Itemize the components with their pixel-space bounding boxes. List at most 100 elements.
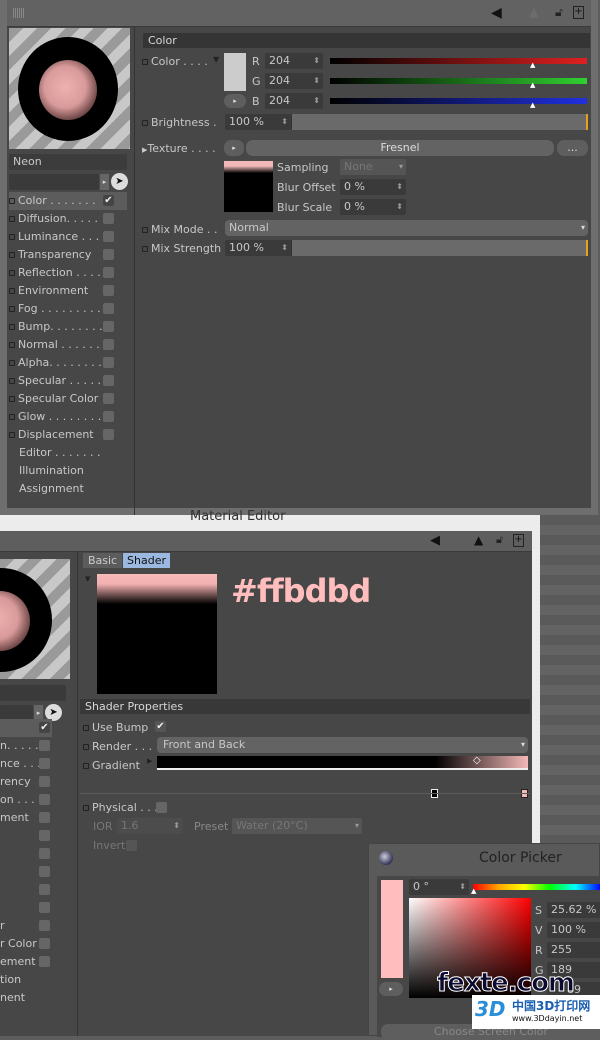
channel-checkbox[interactable]: [103, 231, 114, 242]
gradient-bar[interactable]: ◇: [157, 755, 528, 770]
channel-checkbox[interactable]: [39, 740, 50, 751]
channel-checkbox[interactable]: [39, 902, 50, 913]
physical-checkbox[interactable]: [156, 802, 167, 813]
lock-icon[interactable]: 🔓︎: [496, 533, 503, 547]
channel-checkbox[interactable]: [103, 321, 114, 332]
up-arrow-icon[interactable]: ▲: [474, 533, 483, 547]
gradient-midpoint-knot[interactable]: ◇: [473, 755, 481, 766]
channel-item[interactable]: Editor . . . . . . .: [9, 444, 127, 462]
color-mode-button[interactable]: ▸: [224, 94, 246, 108]
gradient-expand-icon[interactable]: ▶: [147, 757, 152, 765]
channel-checkbox[interactable]: [103, 249, 114, 260]
channel-item[interactable]: Specular Color: [9, 390, 127, 408]
material-name-field[interactable]: Neon: [9, 154, 127, 170]
channel-checkbox[interactable]: [103, 429, 114, 440]
channel-item[interactable]: ement: [0, 953, 52, 971]
swatch-menu-button[interactable]: ▸: [379, 982, 403, 996]
texture-preview[interactable]: [224, 161, 273, 212]
mix-mode-dropdown[interactable]: Normal ▾: [225, 220, 588, 236]
tab-basic[interactable]: Basic: [83, 553, 122, 568]
use-bump-checkbox[interactable]: ✔: [155, 721, 166, 732]
collapse-icon[interactable]: ▼: [85, 575, 90, 583]
blur-offset-field[interactable]: 0 % ⬍: [340, 179, 406, 195]
channel-item[interactable]: Color . . . . . . . ✔: [9, 192, 127, 210]
channel-checkbox[interactable]: [39, 812, 50, 823]
channel-checkbox[interactable]: [103, 285, 114, 296]
channel-item[interactable]: Environment: [9, 282, 127, 300]
r-field[interactable]: 204 ⬍: [265, 53, 323, 69]
channel-item[interactable]: ment: [0, 809, 52, 827]
color-expand-icon[interactable]: ▼: [213, 55, 219, 64]
material-preview[interactable]: [9, 28, 130, 149]
mix-strength-slider[interactable]: [291, 240, 588, 256]
mix-strength-field[interactable]: 100 % ⬍: [225, 240, 291, 256]
channel-checkbox[interactable]: [103, 213, 114, 224]
new-window-icon[interactable]: +: [573, 6, 584, 19]
brightness-slider[interactable]: [291, 114, 588, 130]
b-field[interactable]: 204 ⬍: [265, 93, 323, 109]
back-arrow-icon[interactable]: ◀: [430, 533, 440, 548]
channel-checkbox[interactable]: ✔: [103, 195, 114, 206]
channel-item[interactable]: Reflection . . . .: [9, 264, 127, 282]
grip-icon[interactable]: [13, 8, 25, 18]
channel-item[interactable]: Assignment: [9, 480, 127, 498]
r-slider[interactable]: ▲: [330, 58, 587, 69]
channel-item[interactable]: Displacement: [9, 426, 127, 444]
channel-checkbox[interactable]: [103, 267, 114, 278]
texture-menu-button[interactable]: ▸: [224, 140, 244, 156]
channel-item[interactable]: Bump. . . . . . . .: [9, 318, 127, 336]
pick-cursor-icon[interactable]: ➤: [111, 173, 128, 190]
channel-item[interactable]: Alpha. . . . . . . .: [9, 354, 127, 372]
layer-field[interactable]: [9, 174, 99, 190]
channel-item[interactable]: [0, 827, 52, 845]
hue-field[interactable]: 0 ° ⬍: [409, 879, 469, 895]
channel-checkbox[interactable]: [39, 884, 50, 895]
channel-item[interactable]: ✔: [0, 719, 52, 737]
channel-item[interactable]: on . . . .: [0, 791, 52, 809]
channel-item[interactable]: Fog . . . . . . . . .: [9, 300, 127, 318]
channel-checkbox[interactable]: [103, 339, 114, 350]
channel-item[interactable]: Transparency: [9, 246, 127, 264]
lock-icon[interactable]: 🔓︎: [555, 5, 563, 20]
g-slider[interactable]: ▲: [330, 78, 587, 89]
channel-item[interactable]: Glow . . . . . . . .: [9, 408, 127, 426]
channel-checkbox[interactable]: [103, 411, 114, 422]
channel-item[interactable]: nent: [0, 989, 52, 1007]
v-field[interactable]: 100 %: [547, 922, 600, 938]
channel-item[interactable]: tion: [0, 971, 52, 989]
channel-checkbox[interactable]: [39, 794, 50, 805]
channel-checkbox[interactable]: [39, 758, 50, 769]
channel-checkbox[interactable]: [39, 866, 50, 877]
channel-checkbox[interactable]: [103, 393, 114, 404]
s-field[interactable]: 25.62 %: [547, 902, 600, 918]
channel-item[interactable]: Diffusion. . . . .: [9, 210, 127, 228]
tab-shader[interactable]: Shader: [123, 553, 170, 568]
channel-checkbox[interactable]: [39, 956, 50, 967]
channel-checkbox[interactable]: [39, 776, 50, 787]
channel-item[interactable]: [0, 863, 52, 881]
b-slider[interactable]: ▲: [330, 98, 587, 109]
channel-checkbox[interactable]: [39, 938, 50, 949]
layer-arrow-button[interactable]: ▸: [100, 174, 109, 190]
channel-item[interactable]: r Color: [0, 935, 52, 953]
new-window-icon[interactable]: +: [513, 534, 524, 547]
brightness-field[interactable]: 100 % ⬍: [225, 114, 291, 130]
material-name-field[interactable]: [0, 685, 66, 701]
hue-slider[interactable]: ▲: [471, 884, 600, 895]
channel-checkbox[interactable]: [103, 375, 114, 386]
channel-checkbox[interactable]: [39, 830, 50, 841]
channel-checkbox[interactable]: [103, 357, 114, 368]
back-arrow-icon[interactable]: ◀: [491, 5, 502, 21]
channel-item[interactable]: Normal . . . . . .: [9, 336, 127, 354]
channel-item[interactable]: [0, 845, 52, 863]
texture-shader-button[interactable]: Fresnel: [246, 140, 554, 156]
channel-checkbox[interactable]: ✔: [39, 722, 50, 733]
color-swatch[interactable]: [224, 53, 246, 91]
channel-checkbox[interactable]: [39, 920, 50, 931]
g-field[interactable]: 204 ⬍: [265, 73, 323, 89]
channel-checkbox[interactable]: [39, 848, 50, 859]
channel-item[interactable]: n. . . . .: [0, 737, 52, 755]
blur-scale-field[interactable]: 0 % ⬍: [340, 199, 406, 215]
channel-item[interactable]: Illumination: [9, 462, 127, 480]
channel-checkbox[interactable]: [103, 303, 114, 314]
